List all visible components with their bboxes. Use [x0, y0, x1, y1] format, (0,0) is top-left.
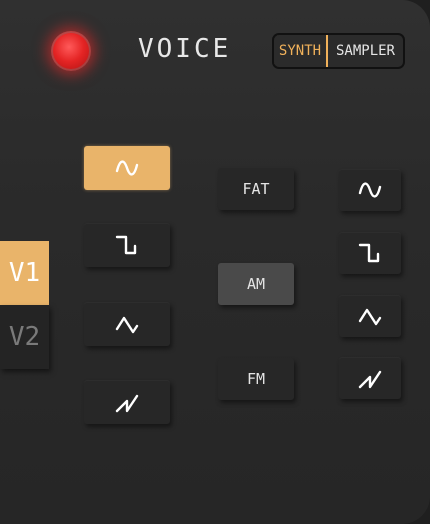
am-button[interactable]: AM — [218, 263, 294, 305]
osc2-square-button[interactable] — [339, 232, 401, 274]
sine-icon — [115, 160, 139, 176]
synth-option[interactable]: SYNTH — [274, 35, 328, 67]
voice-tab-v2[interactable]: V2 — [0, 305, 49, 369]
synth-sampler-switch[interactable]: SYNTH SAMPLER — [272, 33, 405, 69]
triangle-icon — [358, 308, 382, 326]
power-led[interactable] — [51, 31, 91, 71]
osc1-triangle-button[interactable] — [84, 302, 170, 346]
fm-button[interactable]: FM — [218, 358, 294, 400]
square-icon — [115, 235, 137, 255]
osc2-sawtooth-button[interactable] — [339, 357, 401, 399]
sampler-option[interactable]: SAMPLER — [328, 35, 403, 67]
fat-button[interactable]: FAT — [218, 168, 294, 210]
osc2-triangle-button[interactable] — [339, 295, 401, 337]
square-icon — [358, 243, 380, 263]
sawtooth-icon — [115, 394, 139, 413]
osc2-sine-button[interactable] — [339, 169, 401, 211]
osc1-sawtooth-button[interactable] — [84, 380, 170, 424]
voice-tab-v1[interactable]: V1 — [0, 241, 49, 305]
sawtooth-icon — [358, 370, 382, 389]
sine-icon — [358, 182, 382, 198]
voice-panel: VOICE SYNTH SAMPLER V1 V2 FAT AM FM — [0, 0, 430, 524]
triangle-icon — [115, 316, 139, 334]
osc1-sine-button[interactable] — [84, 146, 170, 190]
osc1-square-button[interactable] — [84, 223, 170, 267]
panel-title: VOICE — [138, 34, 232, 64]
